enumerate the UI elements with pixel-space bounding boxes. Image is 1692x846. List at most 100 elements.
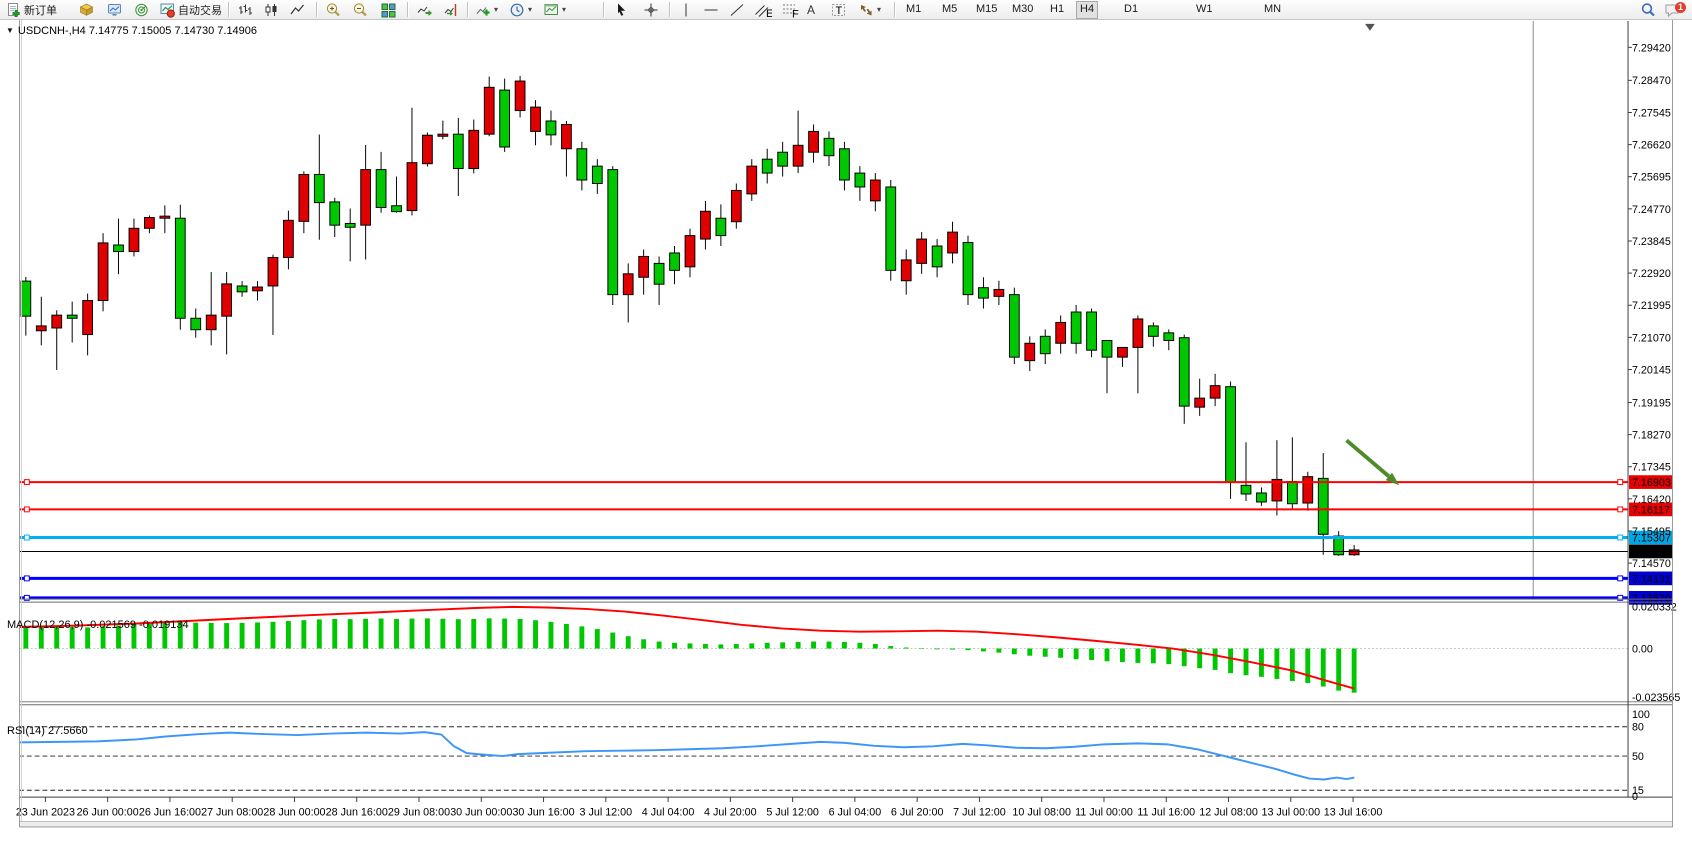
candle-body (268, 257, 278, 285)
candlestick-chart-button[interactable] (261, 0, 282, 19)
candle-body (886, 187, 896, 270)
toolbar-separator (894, 2, 896, 17)
periods-button[interactable]: ▾ (507, 0, 534, 19)
arrows-icon (858, 2, 875, 18)
candle-body (114, 245, 124, 252)
zoom-out-button[interactable] (350, 0, 371, 19)
channel-tool-button[interactable]: E (752, 0, 774, 19)
auto-scroll-button[interactable] (414, 0, 435, 19)
autotrading-button[interactable]: 自动交易 (157, 0, 224, 19)
candle-body (1118, 347, 1128, 357)
time-axis-label: 29 Jun 08:00 (388, 807, 450, 819)
tile-windows-button[interactable] (378, 0, 399, 19)
price-axis-label: 7.24770 (1632, 204, 1671, 216)
vertical-line-tool-button[interactable] (677, 0, 695, 19)
candle-body (670, 253, 680, 270)
indicators-button[interactable]: ▾ (473, 0, 500, 19)
price-line-label: 7.14131 (1632, 573, 1671, 585)
cursor-tool-button[interactable] (611, 0, 631, 19)
new-order-button[interactable]: 新订单 (4, 0, 59, 19)
price-chart[interactable]: 7.169037.161177.153077.149067.141317.135… (0, 19, 1692, 846)
tab-timeframe-h4[interactable]: H4 (1076, 1, 1098, 19)
autotrading-icon (159, 2, 176, 18)
horizontal-line-tool-button[interactable] (701, 0, 721, 19)
line-handle[interactable] (1618, 507, 1623, 512)
candle-body (639, 256, 649, 277)
candle-body (948, 232, 958, 253)
macd-bar (456, 619, 461, 648)
tab-timeframe-m30[interactable]: M30 (1008, 1, 1037, 17)
candle-body (1025, 343, 1035, 360)
macd-bar (1043, 649, 1048, 657)
bar-chart-button[interactable] (235, 0, 256, 19)
line-handle[interactable] (24, 535, 29, 540)
vertical-line-icon (679, 2, 693, 18)
candle (423, 132, 433, 166)
candle-body (809, 131, 819, 152)
macd-bar (332, 619, 337, 649)
arrows-tool-button[interactable]: ▾ (856, 0, 883, 19)
line-handle[interactable] (1618, 576, 1623, 581)
macd-scale-max: 0.020332 (1632, 602, 1677, 614)
tab-timeframe-m1[interactable]: M1 (902, 1, 925, 17)
notifications-button[interactable]: 1 (1662, 0, 1684, 19)
text-tool-button[interactable]: A (805, 0, 817, 19)
candle-body (392, 206, 402, 212)
line-handle[interactable] (24, 507, 29, 512)
gold-cube-icon (78, 2, 95, 18)
time-axis-label: 12 Jul 08:00 (1199, 807, 1258, 819)
line-handle[interactable] (1618, 480, 1623, 485)
price-axis-label: 7.16420 (1632, 494, 1671, 506)
macd-bar (425, 618, 430, 648)
rsi-scale-label: 80 (1632, 722, 1644, 734)
terminal-window-button[interactable] (104, 0, 125, 19)
trendline-tool-button[interactable] (727, 0, 747, 19)
market-watch-button[interactable] (76, 0, 97, 19)
bar-chart-icon (237, 2, 254, 18)
zoom-out-icon (352, 2, 369, 18)
macd-bar (193, 623, 198, 649)
macd-bar (950, 649, 955, 650)
line-handle[interactable] (1618, 535, 1623, 540)
search-button[interactable] (1638, 0, 1659, 19)
line-handle[interactable] (24, 480, 29, 485)
candle-body (330, 202, 340, 225)
tab-timeframe-h1[interactable]: H1 (1046, 1, 1068, 17)
candle-body (453, 134, 463, 168)
candle-body (52, 315, 62, 328)
candle-body (21, 281, 31, 316)
macd-bar (1135, 649, 1140, 663)
fibonacci-icon: F (781, 2, 799, 18)
candle-body (253, 287, 263, 291)
crosshair-tool-button[interactable] (641, 0, 661, 19)
tab-timeframe-m15[interactable]: M15 (972, 1, 1001, 17)
macd-bar (672, 643, 677, 649)
zoom-in-button[interactable] (323, 0, 344, 19)
price-axis-label: 7.17345 (1632, 462, 1671, 474)
text-label-tool-button[interactable]: T (828, 0, 849, 19)
macd-bar (502, 619, 507, 649)
macd-bar (595, 629, 600, 649)
line-chart-button[interactable] (287, 0, 308, 19)
tab-timeframe-w1[interactable]: W1 (1192, 1, 1217, 17)
rsi-indicator-label: RSI(14) 27.5660 (7, 725, 88, 737)
candle-body (145, 218, 155, 229)
strategy-tester-button[interactable] (131, 0, 152, 19)
tab-timeframe-d1[interactable]: D1 (1120, 1, 1142, 17)
tab-timeframe-mn[interactable]: MN (1260, 1, 1285, 17)
templates-button[interactable]: ▾ (541, 0, 568, 19)
tab-timeframe-m5[interactable]: M5 (938, 1, 961, 17)
svg-text:E: E (766, 8, 772, 18)
line-handle[interactable] (24, 576, 29, 581)
fibonacci-tool-button[interactable]: F (779, 0, 801, 19)
chart-shift-button[interactable] (441, 0, 462, 19)
macd-bar (394, 619, 399, 649)
time-axis-label: 28 Jun 00:00 (263, 807, 325, 819)
price-line-label: 7.16117 (1632, 504, 1670, 516)
macd-bar (533, 620, 538, 648)
macd-bar (209, 623, 214, 649)
macd-bar (904, 648, 909, 649)
chart-menu-triangle-icon[interactable]: ▼ (6, 26, 14, 35)
macd-bar (749, 643, 754, 648)
macd-bar (718, 644, 723, 648)
